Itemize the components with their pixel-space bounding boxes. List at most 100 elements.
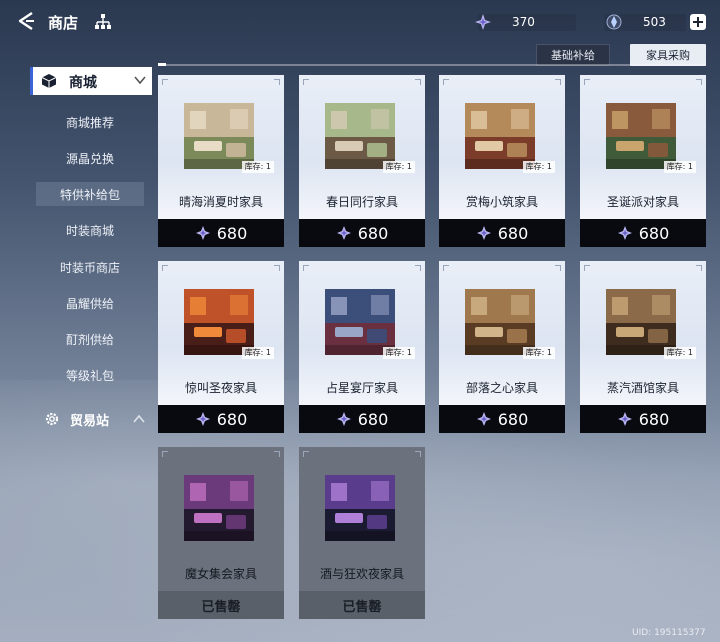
price-value: 680: [357, 223, 389, 243]
sidebar-item[interactable]: 晶耀供给: [30, 291, 150, 315]
price-bar: 680: [299, 405, 425, 433]
uid-label: UID: 195115377: [632, 628, 706, 638]
card-corner-ornament: [443, 79, 449, 85]
tab-basic-supply[interactable]: 基础补给: [536, 44, 610, 66]
stock-label: 库存: 1: [663, 347, 696, 359]
card-body: 库存: 1 惊叫圣夜家具: [158, 261, 284, 405]
chevron-down-icon: [134, 76, 146, 85]
price-value: 680: [638, 223, 670, 243]
card-corner-ornament: [303, 79, 309, 85]
product-card[interactable]: 库存: 1 晴海消夏时家具 680: [158, 75, 284, 247]
card-corner-ornament: [443, 265, 449, 271]
product-name: 蒸汽酒馆家具: [606, 381, 679, 395]
crystal-gem-icon: [606, 14, 622, 30]
furniture-thumbnail: [325, 289, 395, 355]
product-card[interactable]: 库存: 1 春日同行家具 680: [299, 75, 425, 247]
star-crystal-icon: [195, 226, 210, 240]
product-card[interactable]: 库存: 1 赏梅小筑家具 680: [439, 75, 565, 247]
currency-amount-1: 370: [512, 15, 535, 29]
card-body: 库存: 1 春日同行家具: [299, 75, 425, 219]
cube-icon: [41, 74, 57, 88]
price-bar: 680: [158, 405, 284, 433]
product-name: 圣诞派对家具: [606, 195, 679, 209]
product-name: 魔女集会家具: [184, 567, 257, 581]
star-crystal-icon: [336, 226, 351, 240]
furniture-thumbnail: [184, 289, 254, 355]
add-currency-button[interactable]: [690, 14, 706, 30]
product-name: 酒与狂欢夜家具: [319, 567, 404, 581]
sidebar-item[interactable]: 商城推荐: [30, 110, 150, 134]
card-corner-ornament: [555, 265, 561, 271]
furniture-thumbnail: [184, 475, 254, 541]
card-corner-ornament: [274, 79, 280, 85]
card-corner-ornament: [696, 79, 702, 85]
back-arrow-icon[interactable]: [16, 10, 38, 32]
star-crystal-icon: [617, 412, 632, 426]
top-bar: 商店 370 503: [0, 0, 720, 44]
card-corner-ornament: [303, 265, 309, 271]
sidebar-item[interactable]: 特供补给包: [36, 182, 144, 206]
sidebar-item[interactable]: 酊剂供给: [30, 327, 150, 351]
product-name: 部落之心家具: [465, 381, 538, 395]
price-bar: 680: [158, 219, 284, 247]
product-card[interactable]: 库存: 1 占星宴厅家具 680: [299, 261, 425, 433]
card-corner-ornament: [415, 451, 421, 457]
product-card[interactable]: 库存: 1 圣诞派对家具 680: [580, 75, 706, 247]
sold-out-label: 已售罄: [299, 591, 425, 619]
price-bar: 680: [439, 219, 565, 247]
sold-out-label: 已售罄: [158, 591, 284, 619]
star-crystal-icon: [476, 412, 491, 426]
product-name: 赏梅小筑家具: [465, 195, 538, 209]
price-value: 680: [216, 409, 248, 429]
card-corner-ornament: [162, 265, 168, 271]
card-body: 库存: 1 晴海消夏时家具: [158, 75, 284, 219]
sidebar-item[interactable]: 时装商城: [30, 218, 150, 242]
price-bar: 680: [299, 219, 425, 247]
card-corner-ornament: [584, 265, 590, 271]
furniture-thumbnail: [465, 103, 535, 169]
price-bar: 680: [439, 405, 565, 433]
card-body: 库存: 1 蒸汽酒馆家具: [580, 261, 706, 405]
card-corner-ornament: [555, 79, 561, 85]
card-body: 库存: 1 圣诞派对家具: [580, 75, 706, 219]
card-corner-ornament: [274, 265, 280, 271]
tab-divider-marker: [158, 63, 166, 66]
currency-amount-2: 503: [643, 15, 666, 29]
card-corner-ornament: [696, 265, 702, 271]
stock-label: 库存: 1: [382, 347, 415, 359]
card-corner-ornament: [162, 451, 168, 457]
price-value: 680: [216, 223, 248, 243]
price-value: 680: [497, 409, 529, 429]
star-crystal-icon: [617, 226, 632, 240]
product-card[interactable]: 魔女集会家具 已售罄: [158, 447, 284, 619]
product-name: 占星宴厅家具: [325, 381, 398, 395]
chevron-up-icon: [133, 414, 145, 423]
product-card[interactable]: 库存: 1 惊叫圣夜家具 680: [158, 261, 284, 433]
product-card[interactable]: 库存: 1 部落之心家具 680: [439, 261, 565, 433]
gear-icon: [45, 412, 59, 426]
sidebar-item[interactable]: 时装币商店: [30, 255, 150, 279]
hierarchy-icon[interactable]: [94, 13, 112, 31]
star-crystal-icon: [476, 226, 491, 240]
card-corner-ornament: [584, 79, 590, 85]
tab-divider: [158, 64, 706, 66]
card-corner-ornament: [415, 79, 421, 85]
sidebar-item[interactable]: 等级礼包: [30, 363, 150, 387]
card-body: 魔女集会家具: [158, 447, 284, 591]
price-value: 680: [357, 409, 389, 429]
sidebar-section-trade[interactable]: 贸易站: [44, 408, 154, 430]
stock-label: 库存: 1: [382, 161, 415, 173]
product-name: 惊叫圣夜家具: [184, 381, 257, 395]
card-body: 酒与狂欢夜家具: [299, 447, 425, 591]
furniture-thumbnail: [325, 103, 395, 169]
product-card[interactable]: 酒与狂欢夜家具已售罄: [299, 447, 425, 619]
trade-label: 贸易站: [70, 414, 110, 429]
product-card[interactable]: 库存: 1 蒸汽酒馆家具 680: [580, 261, 706, 433]
tab-furniture-purchase[interactable]: 家具采购: [630, 44, 706, 66]
furniture-thumbnail: [325, 475, 395, 541]
price-value: 680: [497, 223, 529, 243]
sidebar-item[interactable]: 源晶兑换: [30, 146, 150, 170]
card-corner-ornament: [303, 451, 309, 457]
sidebar-section-mall[interactable]: 商城: [30, 67, 152, 95]
price-bar: 680: [580, 405, 706, 433]
